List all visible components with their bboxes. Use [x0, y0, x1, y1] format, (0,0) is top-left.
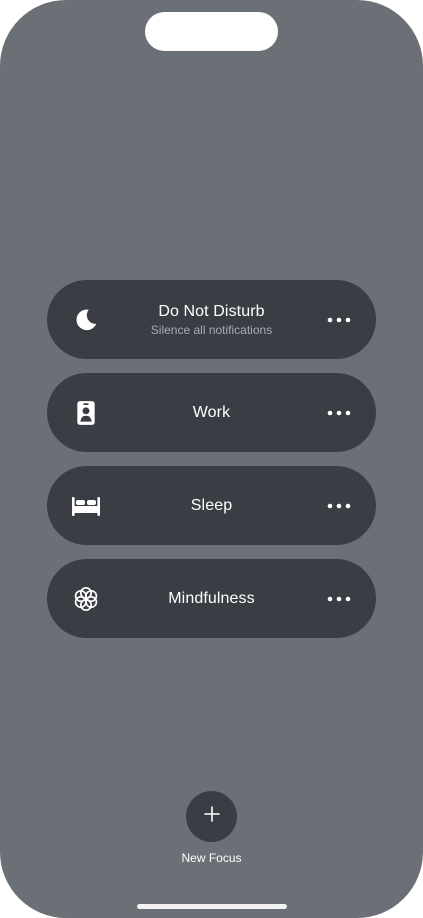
focus-item-subtitle: Silence all notifications [150, 322, 273, 337]
plus-icon [203, 806, 220, 827]
focus-screen: Do Not Disturb Silence all notifications [0, 0, 423, 918]
ellipsis-icon[interactable] [326, 310, 352, 330]
focus-item-work[interactable]: Work [47, 373, 376, 452]
focus-mode-list: Do Not Disturb Silence all notifications [47, 280, 376, 652]
new-focus-label: New Focus [181, 851, 242, 865]
flower-icon [71, 584, 101, 614]
home-indicator[interactable] [137, 904, 287, 909]
focus-item-sleep[interactable]: Sleep [47, 466, 376, 545]
bed-icon [71, 491, 101, 521]
focus-item-do-not-disturb[interactable]: Do Not Disturb Silence all notifications [47, 280, 376, 359]
ellipsis-icon[interactable] [326, 403, 352, 423]
id-badge-icon [71, 398, 101, 428]
focus-item-title: Do Not Disturb [158, 302, 265, 320]
focus-item-title: Work [192, 403, 231, 421]
ellipsis-icon[interactable] [326, 496, 352, 516]
dynamic-island [145, 12, 278, 51]
focus-item-title: Sleep [190, 496, 233, 514]
ellipsis-icon[interactable] [326, 589, 352, 609]
focus-item-mindfulness[interactable]: Mindfulness [47, 559, 376, 638]
moon-icon [71, 305, 101, 335]
new-focus-button[interactable] [186, 791, 237, 842]
focus-item-title: Mindfulness [168, 589, 255, 607]
